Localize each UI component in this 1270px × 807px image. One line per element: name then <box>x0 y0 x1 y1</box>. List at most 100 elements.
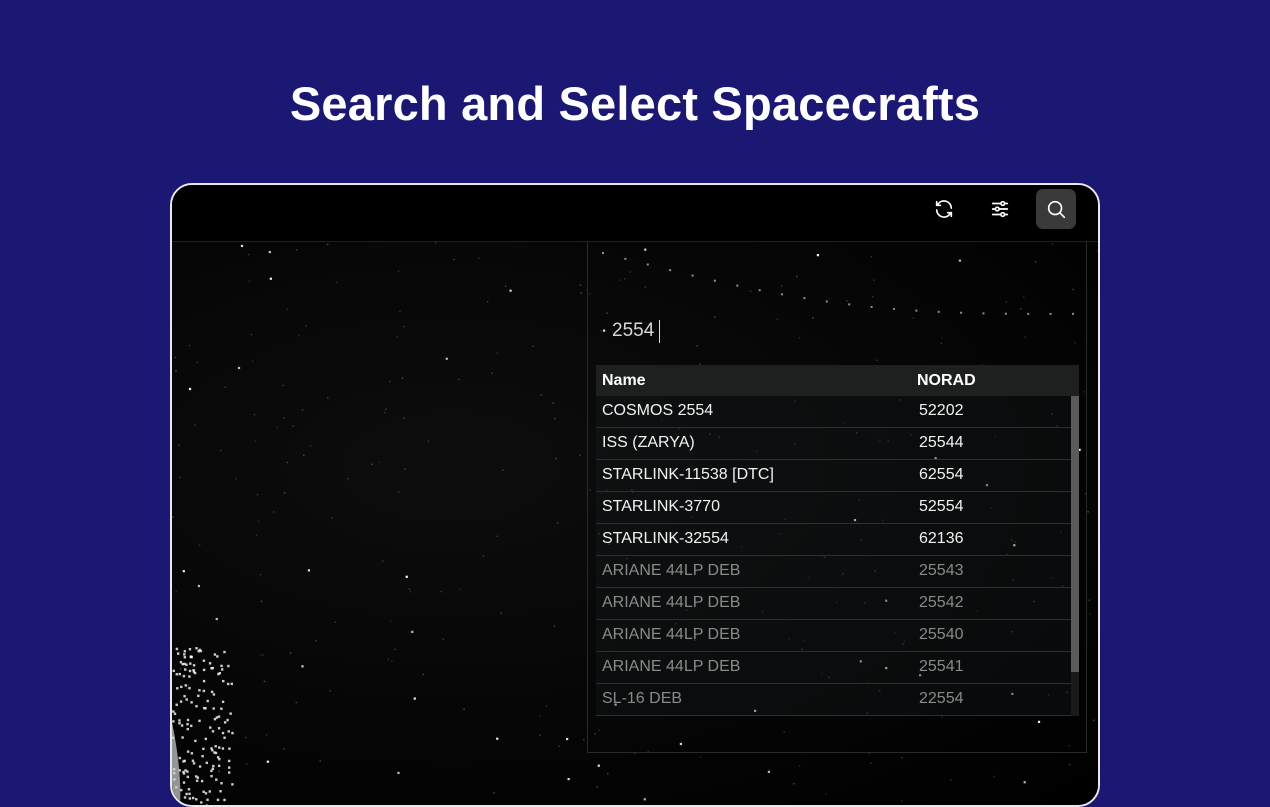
table-row[interactable]: STARLINK-11538 [DTC]62554 <box>596 460 1071 492</box>
satellite-dot <box>182 771 184 773</box>
satellite-dot <box>218 765 220 767</box>
satellite-dot <box>276 427 278 429</box>
satellite-dot <box>189 648 191 650</box>
satellite-dot <box>398 271 400 273</box>
table-row[interactable]: SL-16 DEB22554 <box>596 684 1071 716</box>
search-button[interactable] <box>1036 189 1076 229</box>
satellite-dot <box>385 409 387 411</box>
satellite-dot <box>817 254 819 256</box>
satellite-dot <box>190 701 192 703</box>
satellite-dot <box>941 342 943 344</box>
satellite-dot <box>227 665 229 667</box>
satellite-dot <box>496 352 498 354</box>
satellite-dot <box>645 286 647 288</box>
satellite-dot <box>181 736 183 738</box>
satellite-dot <box>872 296 874 298</box>
satellite-dot <box>195 647 197 649</box>
satellite-dot <box>566 738 568 740</box>
satellite-dot <box>1093 720 1095 722</box>
satellite-dot <box>982 312 984 314</box>
satellite-dot <box>248 254 250 256</box>
table-row[interactable]: STARLINK-3255462136 <box>596 524 1071 556</box>
satellite-dot <box>901 800 903 802</box>
satellite-dot <box>184 796 186 798</box>
table-row[interactable]: ARIANE 44LP DEB 25541 <box>596 652 1071 684</box>
satellite-dot <box>680 743 682 745</box>
table-row[interactable]: ARIANE 44LP DEB25543 <box>596 556 1071 588</box>
cell-norad: 25541 <box>919 658 964 676</box>
satellite-dot <box>191 752 193 754</box>
satellite-dot <box>781 285 783 287</box>
satellite-dot <box>212 707 214 709</box>
table-row[interactable]: COSMOS 255452202 <box>596 396 1071 428</box>
filter-settings-button[interactable] <box>980 189 1020 229</box>
satellite-dot <box>184 668 186 670</box>
table-row[interactable]: ARIANE 44LP DEB25540 <box>596 620 1071 652</box>
cell-norad: 62136 <box>919 530 964 548</box>
satellite-dot <box>558 745 560 747</box>
table-row[interactable]: ISS (ZARYA)25544 <box>596 428 1071 460</box>
satellite-dot <box>178 445 180 447</box>
satellite-dot <box>227 683 229 685</box>
satellite-dot <box>189 345 191 347</box>
satellite-dot <box>406 576 408 578</box>
refresh-button[interactable] <box>924 189 964 229</box>
satellite-dot <box>192 797 194 799</box>
satellite-dot <box>960 312 962 314</box>
satellite-dot <box>502 469 504 471</box>
satellite-dot <box>403 417 405 419</box>
satellite-dot <box>222 747 224 749</box>
table-row[interactable]: ARIANE 44LP DEB25542 <box>596 588 1071 620</box>
satellite-dot <box>220 782 222 784</box>
satellite-dot <box>199 649 201 651</box>
satellite-dot <box>175 591 177 593</box>
satellite-dot <box>334 621 336 623</box>
satellite-dot <box>382 560 384 562</box>
satellite-dot <box>799 765 801 767</box>
column-header-name[interactable]: Name <box>602 372 646 390</box>
toolbar <box>172 185 1098 242</box>
satellite-dot <box>255 441 256 443</box>
cell-norad: 52554 <box>919 498 964 516</box>
satellite-dot <box>299 335 301 337</box>
satellite-dot <box>245 737 247 739</box>
satellite-dot <box>624 278 626 280</box>
satellite-dot <box>1052 243 1054 245</box>
satellite-dot <box>580 284 582 286</box>
satellite-dot <box>228 747 230 749</box>
table-row[interactable]: STARLINK-377052554 <box>596 492 1071 524</box>
satellite-dot <box>273 511 275 512</box>
satellite-dot <box>320 760 322 762</box>
satellite-dot <box>212 730 214 732</box>
satellite-dot <box>175 370 177 372</box>
satellite-dot <box>222 701 224 703</box>
satellite-dot <box>282 385 284 387</box>
satellite-dot <box>487 301 489 303</box>
satellite-dot <box>284 492 286 494</box>
scrollbar-thumb[interactable] <box>1071 396 1079 672</box>
satellite-dot <box>1087 511 1089 513</box>
satellite-dot <box>901 757 903 759</box>
cell-name: ARIANE 44LP DEB <box>602 658 740 676</box>
satellite-dot <box>231 683 233 685</box>
satellite-dot <box>175 704 177 706</box>
cell-name: COSMOS 2554 <box>602 402 713 420</box>
satellite-dot <box>176 687 178 689</box>
satellite-dot <box>397 772 399 774</box>
column-header-norad[interactable]: NORAD <box>917 372 976 390</box>
satellite-dot <box>178 722 180 724</box>
satellite-dot <box>186 688 188 690</box>
satellite-dot <box>183 663 185 665</box>
satellite-dot <box>736 285 738 287</box>
satellite-dot <box>222 732 224 734</box>
cell-name: STARLINK-11538 [DTC] <box>602 466 774 484</box>
satellite-dot <box>1073 289 1075 291</box>
satellite-dot <box>552 402 554 404</box>
satellite-dot <box>624 258 626 260</box>
satellite-dot <box>266 734 268 736</box>
satellite-dot <box>781 293 783 295</box>
search-input[interactable] <box>602 313 922 349</box>
satellite-dot <box>209 662 211 664</box>
cell-name: ARIANE 44LP DEB <box>602 594 740 612</box>
satellite-dot <box>212 765 214 767</box>
